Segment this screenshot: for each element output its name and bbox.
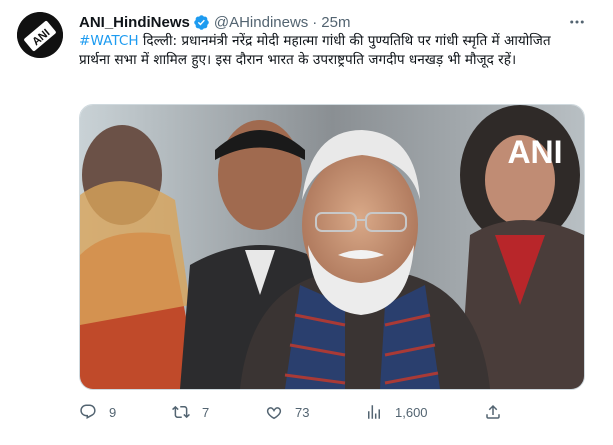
views-count: 1,600 (395, 404, 428, 420)
retweet-button[interactable]: 7 (172, 398, 209, 426)
more-icon[interactable] (566, 12, 588, 32)
tweet-text: #WATCH दिल्ली: प्रधानमंत्री नरेंद्र मोदी… (79, 32, 579, 70)
verified-badge-icon (193, 14, 210, 31)
retweet-count: 7 (202, 404, 210, 420)
views-button[interactable]: 1,600 (365, 398, 428, 426)
display-name[interactable]: ANI_HindiNews (79, 14, 190, 31)
timestamp[interactable]: 25m (321, 14, 350, 31)
like-count: 73 (295, 404, 310, 420)
like-button[interactable]: 73 (265, 398, 309, 426)
separator-dot: · (312, 13, 318, 31)
media-image: ANI (80, 105, 584, 389)
heart-icon (265, 403, 283, 421)
views-icon (365, 403, 383, 421)
tweet-body: दिल्ली: प्रधानमंत्री नरेंद्र मोदी महात्म… (79, 33, 551, 68)
avatar[interactable]: ANI (17, 12, 63, 58)
tweet-header: ANI_HindiNews @AHindinews · 25m (79, 12, 350, 32)
reply-button[interactable]: 9 (79, 398, 116, 426)
retweet-icon (172, 403, 190, 421)
reply-count: 9 (109, 404, 117, 420)
reply-icon (79, 403, 97, 421)
hashtag-link[interactable]: #WATCH (79, 33, 139, 49)
media-watermark: ANI (507, 134, 562, 170)
tweet-media[interactable]: ANI (79, 104, 585, 390)
ani-logo-icon: ANI (17, 12, 63, 58)
action-bar: 9 7 73 1,600 (79, 398, 519, 426)
share-button[interactable] (484, 398, 502, 426)
tweet-card[interactable]: ANI ANI_HindiNews @AHindinews · 25m #WAT… (0, 0, 613, 445)
share-icon (484, 403, 502, 421)
handle[interactable]: @AHindinews (214, 14, 308, 31)
